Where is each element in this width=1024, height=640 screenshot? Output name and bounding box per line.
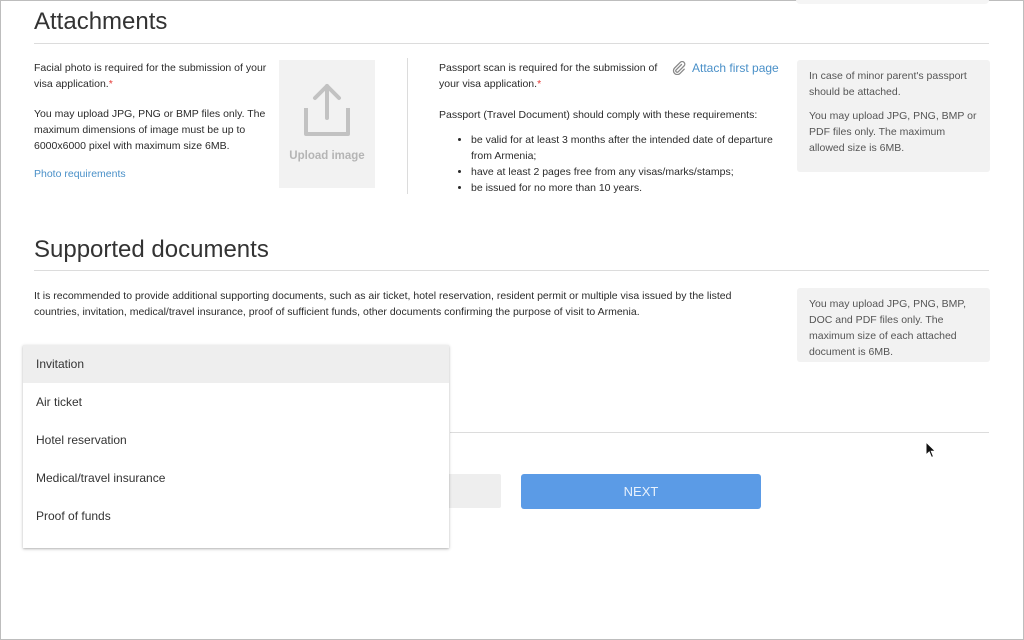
passport-info-card: In case of minor parent's passport shoul… — [797, 60, 990, 172]
list-item: be issued for no more than 10 years. — [471, 180, 779, 196]
attach-first-page-label: Attach first page — [692, 61, 779, 75]
facial-photo-formats-text: You may upload JPG, PNG or BMP files onl… — [34, 108, 266, 152]
photo-requirements-link[interactable]: Photo requirements — [34, 168, 126, 180]
required-asterisk: * — [108, 78, 113, 90]
list-item: have at least 2 pages free from any visa… — [471, 164, 779, 180]
dropdown-option-medical-insurance[interactable]: Medical/travel insurance — [23, 459, 449, 497]
supported-description: It is recommended to provide additional … — [34, 290, 732, 318]
supported-info-card: You may upload JPG, PNG, BMP, DOC and PD… — [797, 288, 990, 362]
attachments-divider — [34, 43, 989, 44]
passport-formats-note: You may upload JPG, PNG, BMP or PDF file… — [809, 110, 977, 154]
upload-image-button[interactable]: Upload image — [279, 60, 375, 188]
supported-documents-heading: Supported documents — [34, 236, 269, 263]
dropdown-option-proof-of-funds[interactable]: Proof of funds — [23, 497, 449, 535]
list-item: be valid for at least 3 months after the… — [471, 132, 779, 164]
upload-image-label: Upload image — [289, 150, 365, 162]
passport-comply-text: Passport (Travel Document) should comply… — [439, 109, 758, 121]
passport-required-text: Passport scan is required for the submis… — [439, 62, 658, 90]
column-divider — [407, 58, 408, 194]
mouse-cursor-icon — [925, 441, 937, 459]
next-button[interactable]: NEXT — [521, 474, 761, 509]
minor-passport-note: In case of minor parent's passport shoul… — [809, 70, 967, 98]
passport-requirements-list: be valid for at least 3 months after the… — [439, 132, 779, 196]
dropdown-option-hotel-reservation[interactable]: Hotel reservation — [23, 421, 449, 459]
supported-formats-note: You may upload JPG, PNG, BMP, DOC and PD… — [809, 298, 966, 358]
form-footer-divider — [450, 432, 989, 433]
required-asterisk: * — [537, 78, 542, 90]
dropdown-option-invitation[interactable]: Invitation — [23, 345, 449, 383]
dropdown-option-air-ticket[interactable]: Air ticket — [23, 383, 449, 421]
supported-divider — [34, 270, 989, 271]
document-type-dropdown[interactable]: Invitation Air ticket Hotel reservation … — [23, 345, 449, 548]
attach-first-page-link[interactable]: Attach first page — [672, 61, 779, 75]
paperclip-icon — [672, 61, 686, 75]
facial-photo-required-text: Facial photo is required for the submiss… — [34, 62, 267, 90]
attachments-heading: Attachments — [34, 8, 168, 35]
upload-icon — [304, 84, 350, 136]
previous-section-card — [796, 0, 989, 4]
